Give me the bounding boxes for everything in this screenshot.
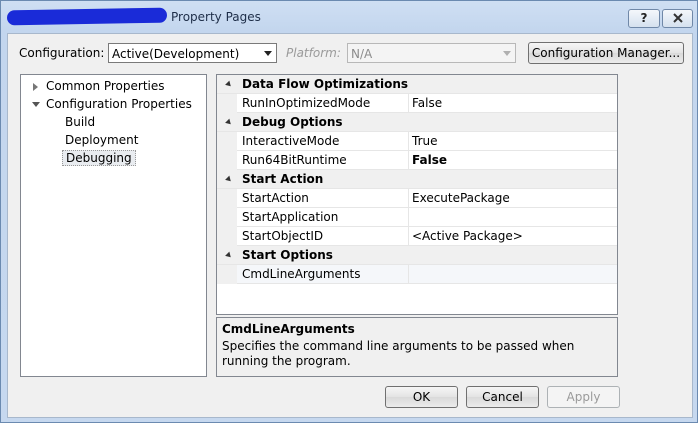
- tree-item-label: Debugging: [62, 150, 136, 166]
- expand-arrow-icon[interactable]: [33, 83, 38, 91]
- grid-category-start-action[interactable]: Start Action: [217, 170, 617, 189]
- grid-category-debug-options[interactable]: Debug Options: [217, 113, 617, 132]
- cancel-button[interactable]: Cancel: [466, 386, 539, 408]
- grid-row-startaction[interactable]: StartAction ExecutePackage: [217, 189, 617, 208]
- chevron-down-icon: [264, 51, 272, 56]
- close-icon: [672, 13, 683, 23]
- property-pages-window: Property Pages ? Configuration: Active(D…: [0, 0, 698, 423]
- description-text: Specifies the command line arguments to …: [222, 339, 575, 368]
- collapse-arrow-icon[interactable]: [225, 80, 233, 89]
- property-value[interactable]: ExecutePackage: [412, 191, 510, 205]
- property-name: Run64BitRuntime: [242, 153, 347, 167]
- category-label: Debug Options: [242, 115, 343, 129]
- title-bar[interactable]: Property Pages ?: [1, 1, 697, 33]
- configuration-value: Active(Development): [112, 47, 240, 61]
- category-label: Data Flow Optimizations: [242, 77, 409, 91]
- window-title: Property Pages: [171, 10, 261, 24]
- chevron-down-icon: [503, 51, 511, 56]
- tree-item-label: Deployment: [65, 133, 139, 147]
- collapse-arrow-icon[interactable]: [225, 251, 233, 260]
- property-grid[interactable]: Data Flow Optimizations RunInOptimizedMo…: [216, 74, 618, 315]
- redacted-title-scribble: [6, 7, 168, 26]
- grid-row-startapplication[interactable]: StartApplication: [217, 208, 617, 227]
- collapse-arrow-icon[interactable]: [225, 118, 233, 127]
- description-panel: CmdLineArguments Specifies the command l…: [216, 317, 618, 377]
- collapse-arrow-icon[interactable]: [225, 175, 233, 184]
- property-value[interactable]: True: [412, 134, 438, 148]
- configuration-manager-button[interactable]: Configuration Manager...: [528, 42, 684, 64]
- platform-value: N/A: [351, 47, 373, 61]
- property-name: RunInOptimizedMode: [242, 96, 371, 110]
- platform-label: Platform:: [286, 46, 341, 60]
- help-button[interactable]: ?: [628, 9, 660, 28]
- grid-row-cmdlinearguments[interactable]: CmdLineArguments: [217, 265, 617, 284]
- platform-dropdown[interactable]: N/A: [347, 43, 516, 63]
- property-name: StartObjectID: [242, 229, 324, 243]
- property-name: InteractiveMode: [242, 134, 340, 148]
- category-label: Start Options: [242, 248, 333, 262]
- tree-item-label: Common Properties: [46, 79, 165, 93]
- description-title: CmdLineArguments: [222, 322, 355, 336]
- dialog-content: Configuration: Active(Development) Platf…: [7, 33, 693, 418]
- property-value[interactable]: False: [412, 96, 442, 110]
- property-value[interactable]: <Active Package>: [412, 229, 523, 243]
- grid-category-start-options[interactable]: Start Options: [217, 246, 617, 265]
- grid-row-startobjectid[interactable]: StartObjectID <Active Package>: [217, 227, 617, 246]
- property-name: StartAction: [242, 191, 309, 205]
- configuration-label: Configuration:: [19, 46, 105, 60]
- category-tree[interactable]: Common Properties Configuration Properti…: [20, 74, 207, 377]
- collapse-arrow-icon[interactable]: [32, 102, 40, 107]
- grid-row-runinoptimizedmode[interactable]: RunInOptimizedMode False: [217, 94, 617, 113]
- property-name: StartApplication: [242, 210, 339, 224]
- tree-item-debugging[interactable]: Debugging: [62, 150, 136, 167]
- grid-row-run64bitruntime[interactable]: Run64BitRuntime False: [217, 151, 617, 170]
- grid-row-interactivemode[interactable]: InteractiveMode True: [217, 132, 617, 151]
- tree-item-build[interactable]: Build: [65, 114, 95, 131]
- apply-button[interactable]: Apply: [547, 386, 620, 408]
- property-value[interactable]: False: [412, 153, 447, 167]
- property-name: CmdLineArguments: [242, 267, 361, 281]
- close-button[interactable]: [662, 9, 693, 28]
- category-label: Start Action: [242, 172, 324, 186]
- tree-item-deployment[interactable]: Deployment: [65, 132, 138, 149]
- configuration-dropdown[interactable]: Active(Development): [108, 43, 277, 63]
- ok-button[interactable]: OK: [385, 386, 458, 408]
- tree-item-label: Configuration Properties: [46, 97, 192, 111]
- grid-category-data-flow-optimizations[interactable]: Data Flow Optimizations: [217, 75, 617, 94]
- tree-item-label: Build: [65, 115, 96, 129]
